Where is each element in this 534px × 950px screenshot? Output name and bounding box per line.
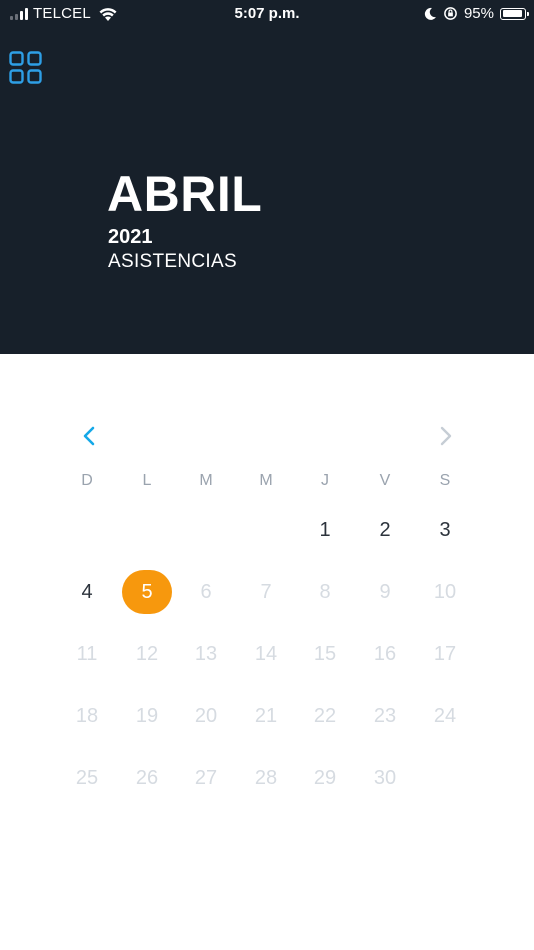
calendar-day: 15 xyxy=(313,642,337,665)
calendar-day: 20 xyxy=(194,704,218,727)
moon-icon xyxy=(424,7,436,20)
calendar-day[interactable]: 2 xyxy=(361,508,409,552)
section-subtitle: ASISTENCIAS xyxy=(108,251,237,272)
year-label: 2021 xyxy=(108,226,153,248)
calendar-day: 21 xyxy=(254,704,278,727)
status-bar: TELCEL 5:07 p.m. 95% xyxy=(0,0,534,28)
calendar-day: 19 xyxy=(135,704,159,727)
chevron-left-icon[interactable] xyxy=(78,424,102,448)
calendar-day-selected[interactable]: 5 xyxy=(122,570,172,614)
calendar-day: 27 xyxy=(194,766,218,789)
calendar-day: 22 xyxy=(313,704,337,727)
grid-icon[interactable] xyxy=(9,51,42,84)
battery-percent: 95% xyxy=(463,5,494,22)
month-title: ABRIL xyxy=(107,166,263,222)
calendar-day: 23 xyxy=(373,704,397,727)
weekday-label: V xyxy=(379,472,391,489)
calendar-day: 18 xyxy=(75,704,99,727)
calendar-day: 16 xyxy=(373,642,397,665)
weekday-label: M xyxy=(199,472,213,489)
calendar-day: 13 xyxy=(194,642,218,665)
calendar-day: 28 xyxy=(254,766,278,789)
status-right: 95% xyxy=(423,5,529,22)
orientation-lock-icon xyxy=(444,7,457,20)
calendar-day: 10 xyxy=(433,580,457,603)
chevron-right-icon[interactable] xyxy=(433,424,457,448)
weekday-label: S xyxy=(439,472,451,489)
calendar-day: 9 xyxy=(379,580,391,603)
calendar-day[interactable]: 4 xyxy=(63,570,111,614)
header: TELCEL 5:07 p.m. 95% ABRIL 2021 ASISTENC… xyxy=(0,0,534,354)
battery-icon xyxy=(500,7,529,20)
calendar-day: 11 xyxy=(76,642,98,665)
calendar-day: 24 xyxy=(433,704,457,727)
calendar-day: 7 xyxy=(260,580,272,603)
calendar-day[interactable]: 1 xyxy=(301,508,349,552)
calendar-day: 29 xyxy=(313,766,337,789)
calendar-day: 12 xyxy=(135,642,159,665)
calendar-day: 6 xyxy=(200,580,212,603)
calendar-day: 26 xyxy=(135,766,159,789)
calendar-day: 8 xyxy=(319,580,331,603)
calendar-day: 17 xyxy=(433,642,457,665)
weekday-label: D xyxy=(81,472,93,489)
calendar-day: 30 xyxy=(373,766,397,789)
weekday-label: J xyxy=(321,472,329,489)
weekday-label: M xyxy=(259,472,273,489)
calendar-day: 14 xyxy=(254,642,278,665)
calendar-day[interactable]: 3 xyxy=(421,508,469,552)
weekday-label: L xyxy=(142,472,152,489)
calendar-day: 25 xyxy=(75,766,99,789)
